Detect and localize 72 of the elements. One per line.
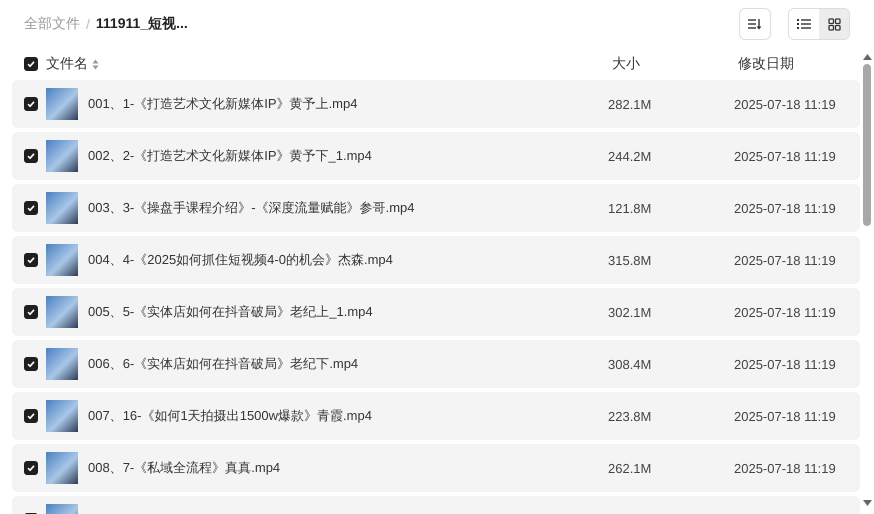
sort-button[interactable] <box>739 8 771 40</box>
checkbox[interactable] <box>24 409 38 423</box>
sort-arrows-icon[interactable] <box>92 58 99 70</box>
file-row[interactable]: 006、6-《实体店如何在抖音破局》老纪下.mp4 308.4M 2025-07-18 11:19 <box>12 340 860 388</box>
file-size: 121.8M <box>608 200 652 216</box>
file-name: 003、3-《操盘手课程介绍》-《深度流量赋能》参哥.mp4 <box>88 199 416 217</box>
checkmark-icon <box>27 100 35 108</box>
checkbox[interactable] <box>24 149 38 163</box>
scroll-up-icon[interactable] <box>862 54 872 60</box>
file-name: 007、16-《如何1天拍摄出1500w爆款》青霞.mp4 <box>88 407 373 425</box>
file-name: 001、1-《打造艺术文化新媒体IP》黄予上.mp4 <box>88 95 358 113</box>
modified-date: 2025-07-18 11:19 <box>734 252 836 268</box>
checkmark-icon <box>27 152 35 160</box>
file-size: 244.2M <box>608 148 652 164</box>
file-name: 002、2-《打造艺术文化新媒体IP》黄予下_1.mp4 <box>88 147 373 165</box>
photo-placeholder <box>46 140 78 172</box>
checkmark-icon <box>27 60 35 68</box>
photo-placeholder <box>46 348 78 380</box>
checkmark-icon <box>27 204 35 212</box>
photo-placeholder <box>46 400 78 432</box>
checkbox[interactable] <box>24 305 38 319</box>
photo-placeholder <box>46 88 78 120</box>
file-row[interactable]: 004、4-《2025如何抓住短视频4-0的机会》杰森.mp4 315.8M 2025-07-18 11:19 <box>12 236 860 284</box>
column-header[interactable]: 大小 <box>612 55 738 73</box>
checkmark-icon <box>27 360 35 368</box>
file-row[interactable]: 005、5-《实体店如何在抖音破局》老纪上_1.mp4 302.1M 2025-07-18 11:19 <box>12 288 860 336</box>
photo-placeholder <box>46 296 78 328</box>
checkmark-icon <box>27 412 35 420</box>
file-size: 262.1M <box>608 460 652 476</box>
photo-placeholder <box>46 244 78 276</box>
checkbox[interactable] <box>24 357 38 371</box>
file-name: 004、4-《2025如何抓住短视频4-0的机会》杰森.mp4 <box>88 251 394 269</box>
modified-date: 2025-07-18 11:19 <box>734 96 836 112</box>
photo-placeholder <box>46 192 78 224</box>
file-row[interactable]: 003、3-《操盘手课程介绍》-《深度流量赋能》参哥.mp4 121.8M 2025-07-18 11:19 <box>12 184 860 232</box>
checkbox[interactable] <box>24 461 38 475</box>
list-icon <box>797 18 811 30</box>
file-size: 282.1M <box>608 96 652 112</box>
modified-date: 2025-07-18 11:19 <box>734 460 836 476</box>
column-header[interactable]: 文件名 <box>46 55 88 73</box>
photo-placeholder <box>46 452 78 484</box>
checkbox[interactable] <box>24 253 38 267</box>
file-row[interactable]: 008、7-《私域全流程》真真.mp4 262.1M 2025-07-18 11:19 <box>12 444 860 492</box>
modified-date: 2025-07-18 11:19 <box>734 200 836 216</box>
sort-icon <box>748 18 762 30</box>
file-size: 302.1M <box>608 304 652 320</box>
file-size: 308.4M <box>608 356 652 372</box>
checkbox[interactable] <box>24 57 38 71</box>
grid-view-button[interactable] <box>819 9 849 39</box>
checkmark-icon <box>27 256 35 264</box>
checkmark-icon <box>27 464 35 472</box>
modified-date: 2025-07-18 11:19 <box>734 408 836 424</box>
file-size: 315.8M <box>608 252 652 268</box>
scroll-down-icon[interactable] <box>862 500 872 506</box>
column-header[interactable]: 修改日期 <box>738 55 794 73</box>
checkbox[interactable] <box>24 97 38 111</box>
file-name: 006、6-《实体店如何在抖音破局》老纪下.mp4 <box>88 355 360 373</box>
modified-date: 2025-07-18 11:19 <box>734 304 836 320</box>
breadcrumb-separator: / <box>86 16 90 32</box>
file-name: 008、7-《私域全流程》真真.mp4 <box>88 459 282 477</box>
file-row[interactable]: 001、1-《打造艺术文化新媒体IP》黄予上.mp4 282.1M 2025-07-18 11:19 <box>12 80 860 128</box>
scrollbar-thumb[interactable] <box>863 64 871 226</box>
checkmark-icon <box>27 308 35 316</box>
file-row[interactable]: 002、2-《打造艺术文化新媒体IP》黄予下_1.mp4 244.2M 2025-07-18 11:19 <box>12 132 860 180</box>
current-folder: 111911_短视... <box>96 15 188 33</box>
file-row[interactable]: 007、16-《如何1天拍摄出1500w爆款》青霞.mp4 223.8M 2025-07-18 11:19 <box>12 392 860 440</box>
file-name: 005、5-《实体店如何在抖音破局》老纪上_1.mp4 <box>88 303 374 321</box>
checkbox[interactable] <box>24 201 38 215</box>
modified-date: 2025-07-18 11:19 <box>734 148 836 164</box>
grid-icon <box>828 18 840 30</box>
modified-date: 2025-07-18 11:19 <box>734 356 836 372</box>
file-size: 223.8M <box>608 408 652 424</box>
